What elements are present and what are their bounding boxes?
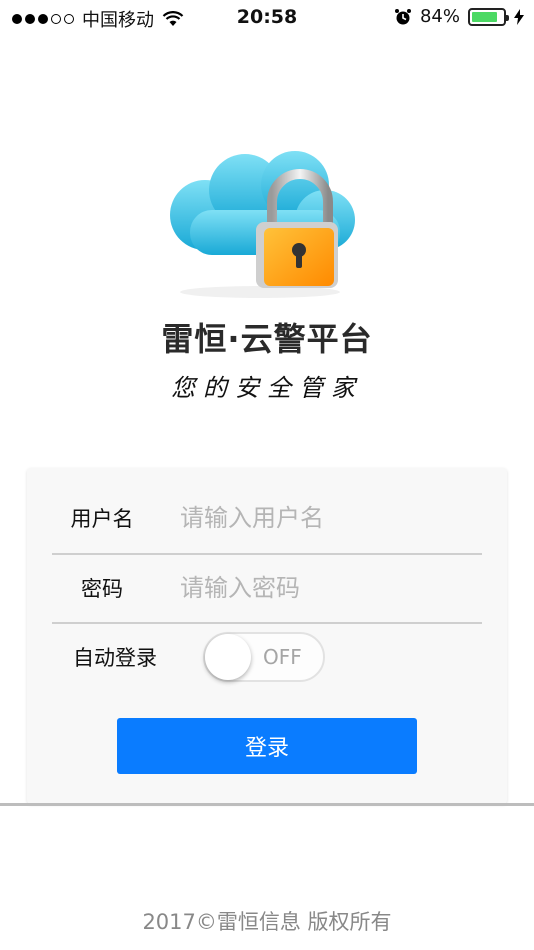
card-baseline <box>0 803 534 806</box>
username-label: 用户名 <box>70 507 134 531</box>
cloud-padlock-icon <box>170 151 355 298</box>
auto-login-toggle[interactable]: OFF <box>203 632 325 682</box>
battery-tip <box>506 14 509 21</box>
status-right: 84% <box>394 6 524 27</box>
toggle-knob <box>205 634 251 680</box>
battery-percent: 84% <box>419 6 460 27</box>
login-button[interactable]: 登录 <box>117 718 417 774</box>
brand-title: 雷恒·云警平台 <box>161 320 373 358</box>
auto-login-label: 自动登录 <box>73 646 157 670</box>
alarm-icon <box>394 8 411 24</box>
login-form-card: 用户名 密码 自动登录 OFF 登录 <box>27 468 507 804</box>
password-label: 密码 <box>81 577 123 601</box>
password-row: 密码 <box>52 554 482 622</box>
charging-icon <box>514 8 524 25</box>
toggle-state-label: OFF <box>263 645 302 669</box>
username-input[interactable] <box>152 503 482 533</box>
brand-slogan: 您的安全管家 <box>171 374 363 402</box>
battery-fill <box>472 11 498 22</box>
password-input[interactable] <box>152 573 482 603</box>
status-bar: 中国移动 20:58 84% <box>0 0 534 36</box>
footer-copyright: 2017©雷恒信息 版权所有 <box>142 910 392 934</box>
battery-icon <box>468 7 509 26</box>
username-row: 用户名 <box>52 484 482 552</box>
